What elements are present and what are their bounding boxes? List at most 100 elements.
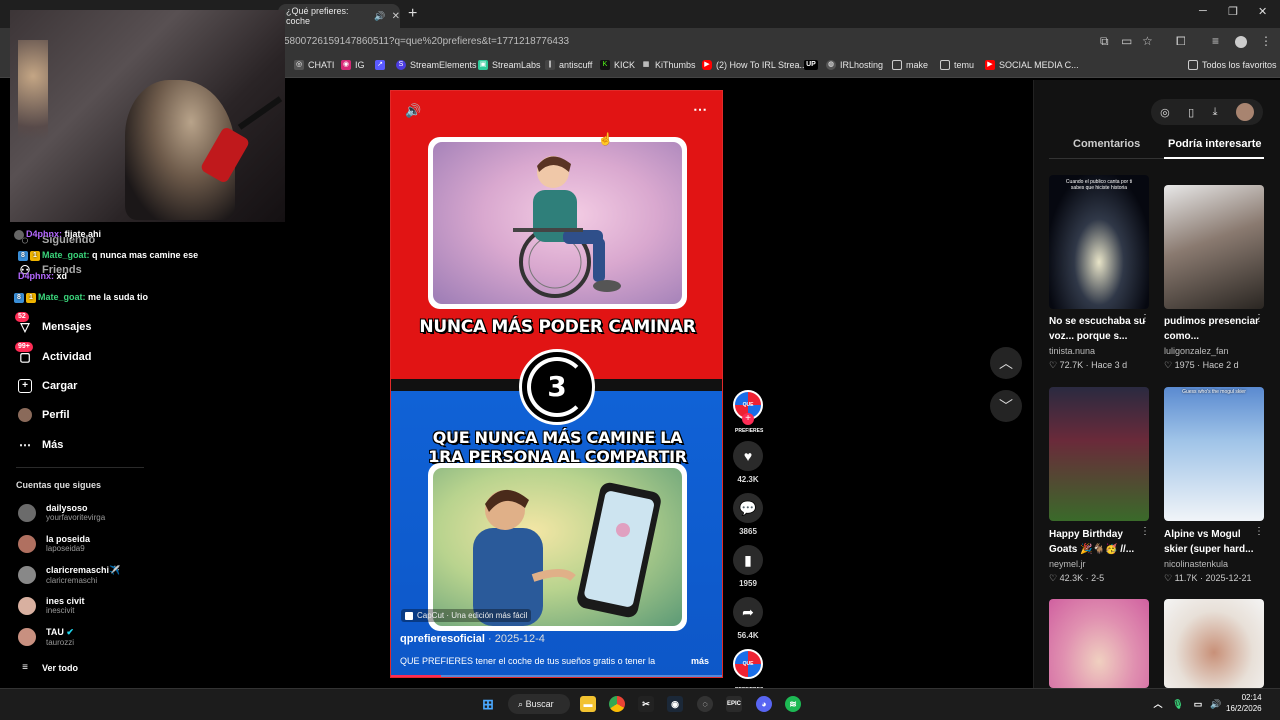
creator-avatar-button[interactable]: QUE PREFIERES +	[733, 390, 763, 434]
phone-icon[interactable]: ▯	[1188, 106, 1194, 119]
bookmark-temu[interactable]: temu	[940, 60, 974, 70]
see-all-button[interactable]: ≡ Ver todo	[18, 661, 78, 675]
follow-plus-icon[interactable]: +	[742, 413, 754, 425]
description-more-button[interactable]: más	[691, 656, 709, 666]
compass-icon[interactable]: ◎	[1160, 106, 1170, 119]
bookmark-streamlabs[interactable]: ▣ StreamLabs	[478, 60, 541, 70]
card-author[interactable]: luligonzalez_fan	[1164, 346, 1229, 356]
bookmark-make[interactable]: make	[892, 60, 928, 70]
sidebar-item-messages[interactable]: ▽ 52 Mensajes	[15, 312, 92, 334]
followed-account[interactable]: dailysoso yourfavoritevirga	[18, 503, 105, 522]
tab-comments[interactable]: Comentarios	[1073, 138, 1140, 150]
cast-icon[interactable]: ▭	[1121, 34, 1132, 48]
card-title[interactable]: Happy Birthday Goats 🎉🐐🥳 //...	[1049, 527, 1151, 557]
next-video-button[interactable]: ﹀	[990, 390, 1022, 422]
card-options-icon[interactable]: ⋮	[1254, 526, 1264, 537]
epic-games-icon[interactable]: EPIC	[726, 696, 742, 712]
chat-message: 8 1 Mate_goat: me la suda tio	[14, 292, 148, 303]
speaker-icon[interactable]: 🔊	[1208, 696, 1224, 712]
card-title[interactable]: No se escuchaba su voz... porque s...	[1049, 314, 1151, 344]
capcut-app-icon[interactable]: ✂	[638, 696, 654, 712]
chati-icon: ◎	[294, 60, 304, 70]
tab-close-icon[interactable]: ✕	[392, 11, 400, 22]
video-player[interactable]: 🔊 ⋯ NUNCA MÁS PODER CAMINAR 3 QUE NUNCA …	[390, 90, 723, 678]
tab-interest[interactable]: Podría interesarte	[1168, 138, 1262, 150]
bookmark-ig[interactable]: ◉ IG	[341, 60, 365, 70]
bookmark-all[interactable]: Todos los favoritos	[1188, 60, 1277, 70]
tray-expand-icon[interactable]: ︿	[1150, 696, 1166, 712]
discord-icon[interactable]: ◕	[756, 696, 772, 712]
avatar	[18, 596, 36, 615]
sidebar-item-activity[interactable]: ▢ 99+ Actividad	[15, 342, 92, 364]
bookmark-youtube[interactable]: ▶ (2) How To IRL Strea...	[702, 60, 807, 70]
bookmark-chati[interactable]: ◎ CHATI	[294, 60, 334, 70]
microphone-icon[interactable]: 🎙	[1170, 696, 1186, 712]
menu-icon[interactable]: ⋮	[1260, 34, 1272, 48]
followed-account[interactable]: ines civit inescivit	[18, 596, 85, 615]
card-title[interactable]: Alpine vs Mogul skier (super hard...	[1164, 527, 1266, 557]
video-thumbnail[interactable]: Cuando el publico canta por ti sabes que…	[1049, 175, 1149, 309]
comment-button[interactable]: 💬 3865	[733, 493, 763, 536]
sidebar-item-profile[interactable]: Perfil	[18, 408, 70, 422]
video-thumbnail[interactable]	[1164, 185, 1264, 309]
bookmark-kithumbs[interactable]: ▦ KiThumbs	[641, 60, 696, 70]
followed-account[interactable]: la poseida laposeida9	[18, 534, 90, 553]
bookmark-antiscuff[interactable]: ∥ antiscuff	[545, 60, 592, 70]
minimize-button[interactable]: ─	[1199, 5, 1207, 17]
followed-account[interactable]: claricremaschi✈️ claricremaschi	[18, 565, 120, 585]
network-icon[interactable]: ▭	[1190, 696, 1206, 712]
video-options-icon[interactable]: ⋯	[693, 101, 707, 118]
video-thumbnail[interactable]	[1049, 599, 1149, 688]
url-field[interactable]: 5800726159147860511?q=que%20prefieres&t=…	[284, 36, 569, 47]
file-explorer-icon[interactable]: ▬	[580, 696, 596, 712]
sound-disc-button[interactable]: QUE PREFIERES	[733, 649, 763, 693]
media-icon[interactable]: ≡	[1212, 34, 1219, 48]
card-options-icon[interactable]: ⋮	[1140, 526, 1150, 537]
star-icon[interactable]: ☆	[1142, 34, 1153, 48]
card-author[interactable]: nicolinastenkula	[1164, 559, 1228, 569]
share-count: 56.4K	[737, 631, 759, 640]
sidebar-item-more[interactable]: ⋯ Más	[18, 438, 63, 452]
video-thumbnail[interactable]	[1049, 387, 1149, 521]
sidebar-item-upload[interactable]: + Cargar	[18, 379, 77, 393]
taskbar-search[interactable]: ⌕ Buscar	[508, 694, 570, 714]
video-thumbnail[interactable]: Guess who's the mogul skier	[1164, 387, 1264, 521]
bookmark-social-media[interactable]: ▶ SOCIAL MEDIA C...	[985, 60, 1079, 70]
chrome-icon[interactable]	[609, 696, 625, 712]
maximize-button[interactable]: ❐	[1228, 5, 1238, 18]
new-tab-button[interactable]: +	[408, 5, 417, 23]
video-progress-bar[interactable]	[391, 675, 722, 677]
previous-video-button[interactable]: ︿	[990, 347, 1022, 379]
bookmark-chart[interactable]: ↗	[375, 60, 385, 70]
profile-avatar-icon[interactable]	[1235, 36, 1247, 48]
browser-tab-active[interactable]: ¿Qué prefieres: coche 🔊 ✕	[278, 4, 400, 28]
spotify-icon[interactable]: ≋	[785, 696, 801, 712]
card-author[interactable]: neymel.jr	[1049, 559, 1086, 569]
followed-account[interactable]: TAU ✔ taurozzi	[18, 627, 74, 647]
tab-audio-icon[interactable]: 🔊	[374, 11, 385, 22]
translate-icon[interactable]: ⧉	[1100, 34, 1109, 49]
taskbar-clock[interactable]: 02:14 16/2/2026	[1226, 692, 1262, 714]
download-icon[interactable]: ⤓	[1213, 106, 1218, 119]
card-options-icon[interactable]: ⋮	[1140, 313, 1150, 324]
card-options-icon[interactable]: ⋮	[1254, 313, 1264, 324]
bookmark-irlhosting[interactable]: ◍ IRLhosting	[826, 60, 883, 70]
save-button[interactable]: ▮ 1959	[733, 545, 763, 588]
card-title[interactable]: pudimos presenciar como...	[1164, 314, 1266, 344]
card-author[interactable]: tinista.nuna	[1049, 346, 1095, 356]
video-author[interactable]: qprefieresoficial · 2025-12-4	[400, 633, 545, 645]
obs-icon[interactable]: ◌	[697, 696, 713, 712]
share-button[interactable]: ➦ 56.4K	[733, 597, 763, 640]
bookmark-streamelements[interactable]: S StreamElements	[396, 60, 477, 70]
video-thumbnail[interactable]	[1164, 599, 1264, 688]
user-avatar[interactable]	[1235, 103, 1254, 121]
close-window-button[interactable]: ✕	[1258, 5, 1267, 18]
extensions-icon[interactable]: ⧠	[1176, 34, 1186, 49]
steam-icon[interactable]: ◉	[667, 696, 683, 712]
capcut-tag[interactable]: CapCut · Una edición más fácil	[401, 609, 532, 622]
volume-icon[interactable]: 🔊	[405, 103, 421, 119]
windows-start-icon[interactable]: ⊞	[480, 696, 496, 712]
bookmark-kick[interactable]: K KICK	[600, 60, 635, 70]
bookmark-up[interactable]: UP	[804, 60, 818, 70]
like-button[interactable]: ♥ 42.3K	[733, 441, 763, 484]
